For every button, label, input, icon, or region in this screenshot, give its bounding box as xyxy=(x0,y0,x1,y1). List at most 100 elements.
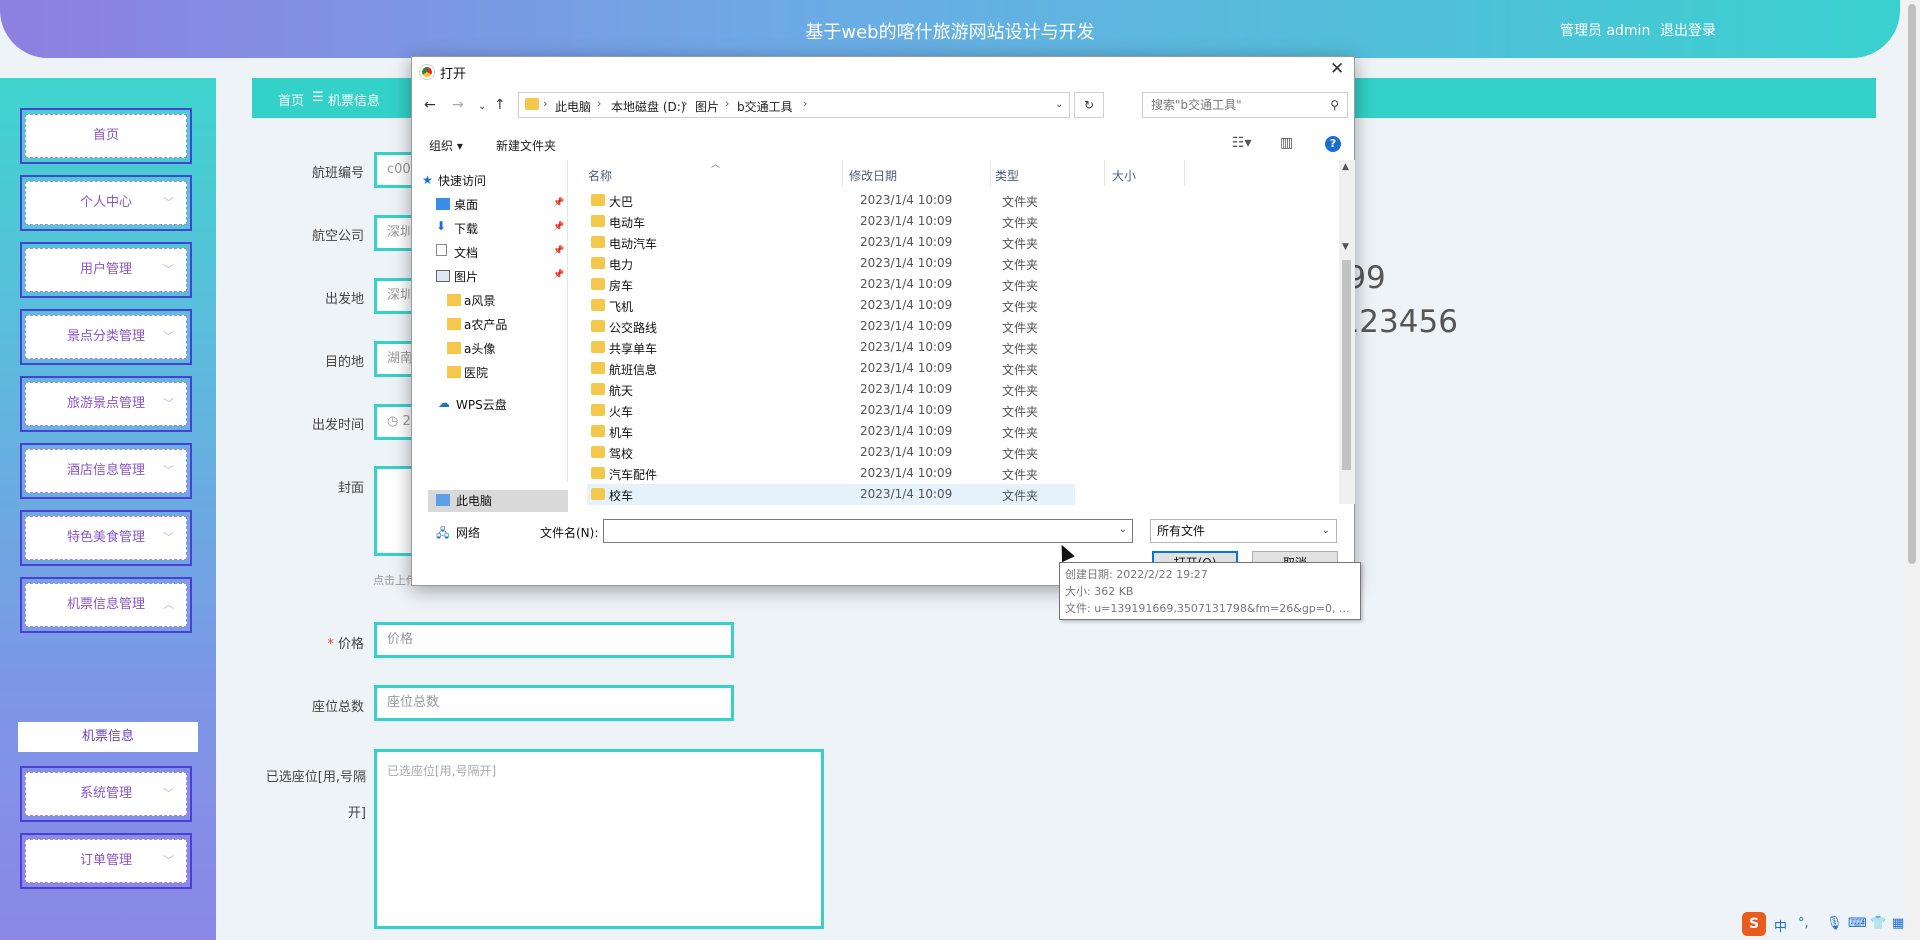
selected-seats-textarea[interactable]: 已选座位[用,号隔开] xyxy=(374,749,824,929)
new-folder-button[interactable]: 新建文件夹 xyxy=(496,137,556,154)
nav-item-pictures[interactable]: 图片 xyxy=(436,268,478,285)
file-row[interactable]: 大巴 2023/1/4 10:09 文件夹 xyxy=(587,190,1075,211)
breadcrumb-home[interactable]: 首页 xyxy=(278,90,304,109)
nav-item-folder-scenery[interactable]: a风景 xyxy=(447,292,495,309)
path-segment[interactable]: 此电脑 xyxy=(555,98,591,115)
scrollbar-thumb[interactable] xyxy=(1342,260,1351,470)
forward-arrow-icon[interactable]: → xyxy=(452,97,464,113)
sidebar-item-home[interactable]: 首页 xyxy=(20,108,192,164)
file-row[interactable]: 电动车 2023/1/4 10:09 文件夹 xyxy=(587,211,1075,232)
column-header-size[interactable]: 大小 xyxy=(1112,167,1136,184)
column-header-type[interactable]: 类型 xyxy=(995,167,1019,184)
file-name: 公交路线 xyxy=(609,321,658,335)
file-list-scrollbar[interactable]: ▲ ▼ xyxy=(1339,160,1355,504)
price-input[interactable]: 价格 xyxy=(374,622,734,658)
back-arrow-icon[interactable]: ← xyxy=(424,97,436,113)
file-row[interactable]: 电力 2023/1/4 10:09 文件夹 xyxy=(587,253,1075,274)
file-row[interactable]: 电动汽车 2023/1/4 10:09 文件夹 xyxy=(587,232,1075,253)
sidebar-item-orders[interactable]: 订单管理 ﹀ xyxy=(20,833,192,889)
mouse-cursor-icon xyxy=(1055,541,1075,563)
sidebar-item-users[interactable]: 用户管理 ﹀ xyxy=(20,242,192,298)
logout-link[interactable]: 退出登录 xyxy=(1660,20,1716,40)
nav-item-downloads[interactable]: ⬇ 下载 xyxy=(436,219,478,237)
file-row[interactable]: 共享单车 2023/1/4 10:09 文件夹 xyxy=(587,337,1075,358)
nav-item-documents[interactable]: 文档 xyxy=(436,244,478,261)
menu-item-body[interactable]: 酒店信息管理 ﹀ xyxy=(25,449,187,493)
path-segment[interactable]: 图片 xyxy=(695,98,719,115)
column-header-name[interactable]: 名称 xyxy=(588,167,612,184)
page-scrollbar-thumb[interactable] xyxy=(1908,4,1916,564)
pictures-icon xyxy=(436,270,450,282)
help-icon[interactable]: ? xyxy=(1325,136,1341,152)
seats-input[interactable]: 座位总数 xyxy=(374,685,734,721)
menu-item-body[interactable]: 个人中心 ﹀ xyxy=(25,181,187,225)
sidebar-item-scenic-spots[interactable]: 旅游景点管理 ﹀ xyxy=(20,376,192,432)
column-header-modified[interactable]: 修改日期 xyxy=(849,167,897,184)
sidebar-item-system[interactable]: 系统管理 ﹀ xyxy=(20,766,192,822)
file-row[interactable]: 飞机 2023/1/4 10:09 文件夹 xyxy=(587,295,1075,316)
selected-seats-label-line1: 已选座位[用,号隔 xyxy=(265,770,366,785)
skin-icon[interactable]: 👕 xyxy=(1870,916,1886,931)
scroll-down-icon[interactable]: ▼ xyxy=(1342,242,1349,252)
preview-pane-icon[interactable]: ▥ xyxy=(1280,135,1293,151)
path-segment[interactable]: b交通工具 xyxy=(737,98,793,115)
page-scrollbar[interactable] xyxy=(1904,0,1920,940)
menu-item-body[interactable]: 用户管理 ﹀ xyxy=(25,248,187,292)
path-segment[interactable]: 本地磁盘 (D:) xyxy=(611,98,685,115)
menu-item-body[interactable]: 首页 xyxy=(25,114,187,158)
toolbox-icon[interactable]: ▦ xyxy=(1892,916,1904,931)
file-type: 文件夹 xyxy=(1002,363,1039,377)
sidebar-item-personal-center[interactable]: 个人中心 ﹀ xyxy=(20,175,192,231)
nav-item-folder-hospital[interactable]: 医院 xyxy=(447,364,488,381)
close-icon[interactable]: ✕ xyxy=(1330,59,1344,79)
microphone-icon[interactable]: 🎙 xyxy=(1826,916,1843,931)
submenu-flight-info[interactable]: 机票信息 xyxy=(18,722,198,752)
ime-punctuation[interactable]: °, xyxy=(1798,916,1809,931)
search-input[interactable]: 搜索"b交通工具" ⚲ xyxy=(1142,92,1348,118)
nav-item-network[interactable]: 🖧 网络 xyxy=(436,524,480,541)
file-row[interactable]: 航天 2023/1/4 10:09 文件夹 xyxy=(587,379,1075,400)
keyboard-icon[interactable]: ⌨ xyxy=(1848,916,1867,931)
organize-button[interactable]: 组织 ▾ xyxy=(429,137,463,154)
menu-item-body[interactable]: 景点分类管理 ﹀ xyxy=(25,315,187,359)
chevron-down-icon[interactable]: ⌄ xyxy=(1119,524,1127,535)
file-type: 文件夹 xyxy=(1002,384,1039,398)
file-row[interactable]: 公交路线 2023/1/4 10:09 文件夹 xyxy=(587,316,1075,337)
nav-item-folder-avatar[interactable]: a头像 xyxy=(447,340,495,357)
nav-item-this-pc[interactable]: 此电脑 xyxy=(436,492,492,509)
file-row[interactable]: 汽车配件 2023/1/4 10:09 文件夹 xyxy=(587,463,1075,484)
up-arrow-icon[interactable]: ↑ xyxy=(494,97,506,113)
file-type: 文件夹 xyxy=(1002,447,1039,461)
file-row[interactable]: 驾校 2023/1/4 10:09 文件夹 xyxy=(587,442,1075,463)
nav-item-quick-access[interactable]: ★ 快速访问 xyxy=(422,172,486,189)
menu-item-body[interactable]: 特色美食管理 ﹀ xyxy=(25,516,187,560)
sidebar-item-hotels[interactable]: 酒店信息管理 ﹀ xyxy=(20,443,192,499)
nav-item-wps-cloud[interactable]: ☁ WPS云盘 xyxy=(438,396,507,413)
menu-item-body[interactable]: 旅游景点管理 ﹀ xyxy=(25,382,187,426)
ime-mode[interactable]: 中 xyxy=(1774,916,1787,935)
filename-input[interactable]: ⌄ xyxy=(603,519,1133,543)
scroll-up-icon[interactable]: ▲ xyxy=(1342,162,1349,172)
file-row-hovered[interactable]: 校车 2023/1/4 10:09 文件夹 xyxy=(587,484,1075,505)
sidebar-item-food[interactable]: 特色美食管理 ﹀ xyxy=(20,510,192,566)
file-date: 2023/1/4 10:09 xyxy=(860,487,953,501)
sidebar-item-scenic-categories[interactable]: 景点分类管理 ﹀ xyxy=(20,309,192,365)
refresh-icon[interactable]: ↻ xyxy=(1074,92,1104,118)
menu-item-body[interactable]: 机票信息管理 ︿ xyxy=(25,583,187,627)
nav-item-desktop[interactable]: 桌面 xyxy=(436,196,478,213)
sidebar-item-flights[interactable]: 机票信息管理 ︿ xyxy=(20,577,192,633)
file-type-filter[interactable]: 所有文件 ⌄ xyxy=(1150,519,1337,543)
view-options-icon[interactable]: ☷▾ xyxy=(1232,135,1252,151)
recent-dropdown-icon[interactable]: ⌄ xyxy=(478,101,486,112)
file-row[interactable]: 房车 2023/1/4 10:09 文件夹 xyxy=(587,274,1075,295)
file-row[interactable]: 机车 2023/1/4 10:09 文件夹 xyxy=(587,421,1075,442)
menu-item-body[interactable]: 系统管理 ﹀ xyxy=(25,772,187,816)
file-row[interactable]: 航班信息 2023/1/4 10:09 文件夹 xyxy=(587,358,1075,379)
chevron-down-icon[interactable]: ⌄ xyxy=(1055,99,1063,110)
sogou-logo-icon[interactable]: S xyxy=(1742,912,1766,936)
tooltip-created: 创建日期: 2022/2/22 19:27 xyxy=(1065,568,1208,581)
address-bar[interactable]: › 此电脑 › 本地磁盘 (D:) › 图片 › b交通工具 › ⌄ xyxy=(518,92,1070,118)
nav-item-folder-agri[interactable]: a农产品 xyxy=(447,316,507,333)
menu-item-body[interactable]: 订单管理 ﹀ xyxy=(25,839,187,883)
file-row[interactable]: 火车 2023/1/4 10:09 文件夹 xyxy=(587,400,1075,421)
